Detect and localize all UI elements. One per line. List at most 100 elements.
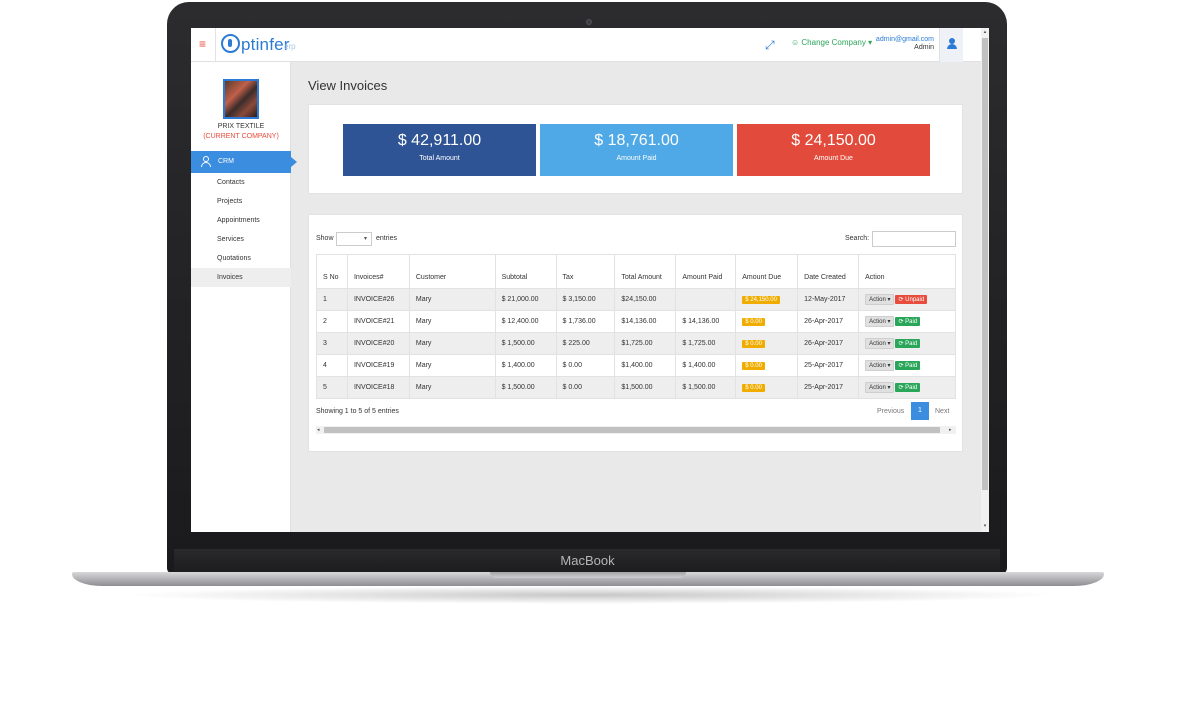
table-info: Showing 1 to 5 of 5 entries	[316, 408, 399, 415]
page-title: View Invoices	[308, 78, 388, 93]
search-label: Search:	[845, 235, 870, 242]
table-cell: 12-May-2017	[797, 288, 860, 311]
user-menu-button[interactable]	[939, 28, 963, 62]
total-amount-card: $ 42,911.00 Total Amount	[343, 124, 536, 176]
amount-due-badge: $ 0.00	[742, 339, 765, 348]
table-row: 4 INVOICE#19 Mary $ 1,400.00 $ 0.00 $1,400.00…	[316, 354, 956, 377]
column-header[interactable]: Amount Paid	[675, 254, 737, 289]
column-header[interactable]: Tax	[555, 254, 616, 289]
paid-status-button[interactable]: ⟳ Paid	[895, 361, 921, 370]
unpaid-status-button[interactable]: ⟳ Unpaid	[895, 295, 928, 304]
vertical-scrollbar[interactable]: ▴ ▾	[981, 28, 989, 532]
pagination-previous[interactable]: Previous	[877, 408, 904, 415]
stat-amount: $ 18,761.00	[594, 132, 679, 149]
search-input[interactable]	[872, 231, 956, 247]
stats-panel: $ 42,911.00 Total Amount $ 18,761.00 Amo…	[308, 104, 963, 194]
pagination-page-1[interactable]: 1	[911, 402, 929, 420]
entries-label: entries	[376, 235, 398, 242]
logo-subtext: erp	[284, 42, 296, 51]
sidebar-item-invoices[interactable]: Invoices	[191, 268, 291, 287]
table-cell: 1	[316, 288, 348, 311]
column-header[interactable]: Total Amount	[614, 254, 677, 289]
sidebar-item-crm[interactable]: CRM	[191, 151, 297, 173]
table-cell: Mary	[408, 288, 496, 311]
table-cell: $ 0.00	[735, 310, 799, 333]
action-dropdown-button[interactable]: Action ▾	[865, 338, 895, 349]
table-cell: $ 3,150.00	[555, 288, 616, 311]
scrollbar-thumb[interactable]	[982, 38, 988, 490]
scroll-left-icon[interactable]: ◂	[317, 426, 320, 434]
action-dropdown-button[interactable]: Action ▾	[865, 294, 895, 305]
action-dropdown-button[interactable]: Action ▾	[865, 382, 895, 393]
scroll-up-icon[interactable]: ▴	[982, 29, 988, 35]
hamburger-menu-icon[interactable]: ≡	[199, 38, 209, 50]
table-row: 1 INVOICE#26 Mary $ 21,000.00 $ 3,150.00 $24,…	[316, 288, 956, 311]
user-icon	[947, 38, 957, 50]
user-outline-icon	[201, 156, 211, 167]
column-header[interactable]: S No	[316, 254, 348, 289]
scroll-right-icon[interactable]: ▸	[949, 426, 952, 434]
column-header[interactable]: Invoices#	[346, 254, 410, 289]
table-cell: $ 1,500.00	[494, 376, 557, 399]
status-label: Paid	[905, 341, 918, 347]
table-cell: $ 0.00	[555, 354, 616, 377]
table-cell: $ 14,136.00	[675, 310, 737, 333]
sidebar-item-label: CRM	[218, 158, 234, 165]
paid-status-button[interactable]: ⟳ Paid	[895, 317, 921, 326]
sidebar-item-appointments[interactable]: Appointments	[191, 211, 291, 230]
sidebar-item-projects[interactable]: Projects	[191, 192, 291, 211]
amount-paid-card: $ 18,761.00 Amount Paid	[540, 124, 733, 176]
entries-select[interactable]: ▾	[336, 232, 372, 246]
amount-due-badge: $ 0.00	[742, 317, 765, 326]
table-cell: 2	[316, 310, 348, 333]
column-header[interactable]: Action	[858, 254, 956, 289]
divider	[215, 28, 216, 62]
laptop-shadow	[120, 586, 1060, 604]
current-company-tag: (CURRENT COMPANY)	[203, 133, 279, 140]
sidebar-item-contacts[interactable]: Contacts	[191, 173, 291, 192]
table-cell: $1,400.00	[614, 354, 677, 377]
user-email: admin@gmail.com	[875, 36, 934, 43]
table-cell: Mary	[408, 332, 496, 355]
action-dropdown-button[interactable]: Action ▾	[865, 316, 895, 327]
table-cell: Mary	[408, 310, 496, 333]
column-header[interactable]: Customer	[408, 254, 496, 289]
column-header[interactable]: Subtotal	[494, 254, 557, 289]
action-dropdown-button[interactable]: Action ▾	[865, 360, 895, 371]
change-company-dropdown[interactable]: ☺ Change Company ▾	[791, 38, 872, 47]
company-avatar	[223, 79, 259, 119]
stat-amount: $ 42,911.00	[397, 132, 482, 149]
amount-due-badge: $ 24,150.00	[742, 295, 780, 304]
stat-label: Amount Due	[814, 155, 853, 162]
table-cell: $ 1,725.00	[675, 332, 737, 355]
table-cell: $ 1,736.00	[555, 310, 616, 333]
status-label: Paid	[905, 385, 918, 391]
horizontal-scrollbar[interactable]: ◂ ▸	[316, 426, 956, 434]
paid-status-button[interactable]: ⟳ Paid	[895, 383, 921, 392]
status-label: Unpaid	[905, 297, 925, 303]
table-cell: $1,725.00	[614, 332, 677, 355]
table-cell: Mary	[408, 376, 496, 399]
paid-status-button[interactable]: ⟳ Paid	[895, 339, 921, 348]
table-cell: INVOICE#19	[346, 354, 410, 377]
invoices-table: S No Invoices# Customer Subtotal Tax Tot…	[316, 254, 956, 399]
column-header[interactable]: Date Created	[797, 254, 860, 289]
table-cell: Action ▾ ⟳ Paid	[858, 310, 956, 333]
fullscreen-icon[interactable]: ⤢	[765, 38, 775, 53]
table-cell	[675, 288, 737, 311]
table-row: 3 INVOICE#20 Mary $ 1,500.00 $ 225.00 $1,725.…	[316, 332, 956, 355]
sidebar-item-services[interactable]: Services	[191, 230, 291, 249]
table-cell: Action ▾ ⟳ Paid	[858, 376, 956, 399]
table-cell: $ 0.00	[735, 354, 799, 377]
table-cell: 25-Apr-2017	[797, 376, 860, 399]
table-cell: $ 1,400.00	[675, 354, 737, 377]
column-header[interactable]: Amount Due	[735, 254, 799, 289]
status-label: Paid	[905, 319, 918, 325]
scroll-down-icon[interactable]: ▾	[982, 523, 988, 529]
sidebar-item-quotations[interactable]: Quotations	[191, 249, 291, 268]
user-role: Admin	[914, 44, 934, 51]
table-cell: $ 1,500.00	[675, 376, 737, 399]
pagination-next[interactable]: Next	[935, 408, 949, 415]
scrollbar-thumb[interactable]	[324, 427, 940, 433]
table-cell: $ 1,500.00	[494, 332, 557, 355]
